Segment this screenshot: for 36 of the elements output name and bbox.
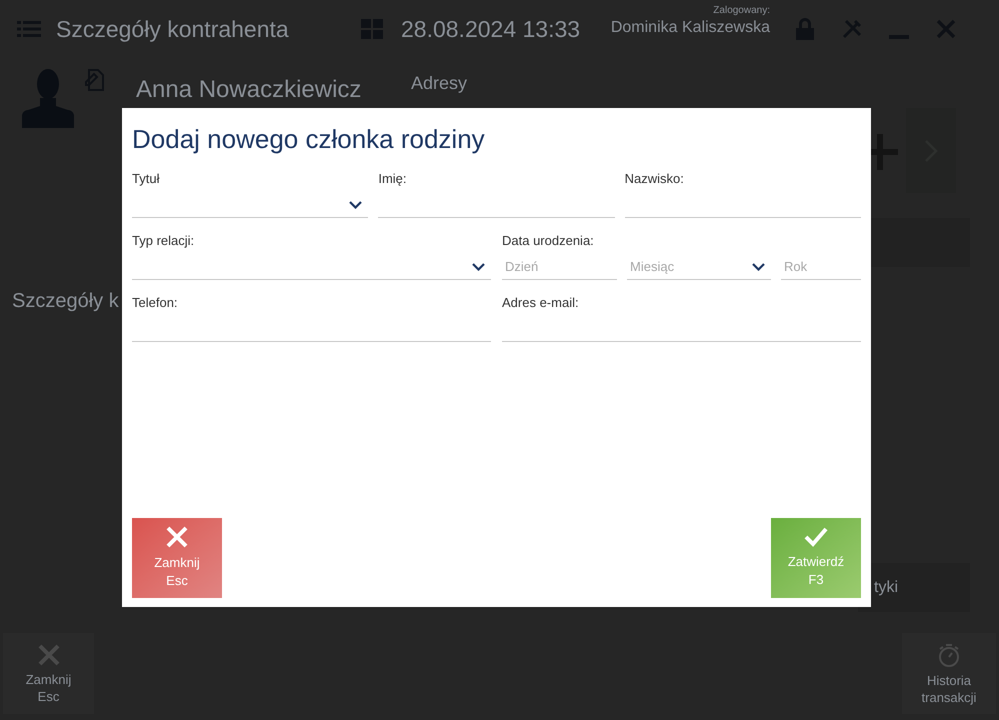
chevron-down-icon <box>349 200 362 208</box>
tiles-icon[interactable] <box>361 19 383 39</box>
person-silhouette-icon <box>22 68 74 128</box>
user-name: Dominika Kaliszewska <box>610 18 770 38</box>
field-label: Nazwisko: <box>624 170 685 188</box>
check-icon <box>804 527 828 547</box>
page-title: Szczegóły kontrahenta <box>56 14 290 44</box>
field-label: Adres e-mail: <box>502 294 580 312</box>
logged-in-label: Zalogowany: <box>713 6 770 16</box>
field-label: Imię: <box>378 170 408 188</box>
chevron-down-icon <box>752 262 765 270</box>
field-label: Typ relacji: <box>132 232 196 250</box>
lock-icon[interactable] <box>795 18 815 40</box>
close-button[interactable]: Zamknij Esc <box>132 518 222 598</box>
chevron-down-icon <box>472 262 485 270</box>
close-button[interactable]: Zamknij Esc <box>3 633 94 714</box>
field-label: Data urodzenia: <box>502 232 595 250</box>
customer-name: Anna Nowaczkiewicz <box>136 75 362 105</box>
input-field[interactable]: Rok <box>781 254 861 280</box>
addresses-tab[interactable]: Adresy <box>411 70 468 97</box>
history-button[interactable]: Historia transakcji <box>902 633 996 714</box>
date-time: 28.08.2024 13:33 <box>401 14 582 44</box>
dialog-title: Dodaj nowego członka rodziny <box>132 123 486 156</box>
section-title: Szczegóły k <box>12 289 119 314</box>
statistics-tile[interactable]: tyki <box>858 563 970 612</box>
close-icon <box>166 526 188 548</box>
close-icon[interactable] <box>936 19 956 39</box>
input-field[interactable]: Dzień <box>502 254 617 280</box>
field-label: Tytuł <box>132 170 160 188</box>
field-label: Telefon: <box>132 294 179 312</box>
stopwatch-icon <box>936 642 962 668</box>
confirm-button[interactable]: Zatwierdź F3 <box>771 518 861 598</box>
tile-label: tyki <box>874 578 898 598</box>
close-icon <box>36 642 60 666</box>
menu-icon[interactable] <box>17 20 41 38</box>
dropdown-field[interactable]: Miesiąc <box>627 254 771 280</box>
